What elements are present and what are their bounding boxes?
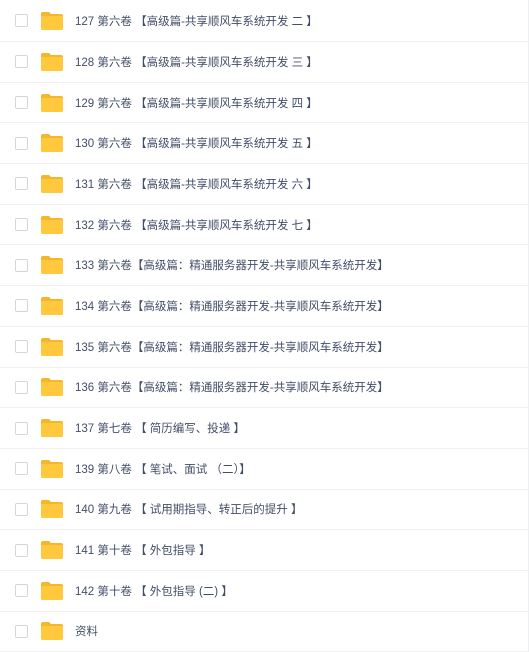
folder-icon (40, 337, 64, 357)
folder-icon (40, 540, 64, 560)
row-checkbox[interactable] (15, 421, 28, 435)
folder-icon (40, 11, 64, 31)
row-checkbox[interactable] (15, 14, 28, 27)
row-checkbox[interactable] (15, 258, 28, 272)
file-row[interactable]: 136 第六卷【高级篇：精通服务器开发-共享顺风车系统开发】 (0, 368, 528, 409)
row-checkbox[interactable] (15, 462, 28, 476)
file-row[interactable]: 137 第七卷 【 简历编写、投递 】 (0, 408, 528, 449)
file-row[interactable]: 133 第六卷【高级篇：精通服务器开发-共享顺风车系统开发】 (0, 245, 528, 287)
file-row[interactable]: 135 第六卷【高级篇：精通服务器开发-共享顺风车系统开发】 (0, 327, 528, 368)
folder-icon (40, 459, 64, 479)
file-name[interactable]: 139 第八卷 【 笔试、面试 （二）】 (75, 461, 251, 477)
file-name[interactable]: 131 第六卷 【高级篇-共享顺风车系统开发 六 】 (75, 176, 318, 192)
folder-icon (40, 133, 64, 153)
file-name[interactable]: 132 第六卷 【高级篇-共享顺风车系统开发 七 】 (75, 217, 318, 233)
file-row[interactable]: 139 第八卷 【 笔试、面试 （二）】 (0, 449, 528, 490)
folder-icon (40, 93, 64, 113)
row-checkbox[interactable] (15, 340, 28, 354)
folder-icon (40, 296, 64, 316)
file-row[interactable]: 131 第六卷 【高级篇-共享顺风车系统开发 六 】 (0, 164, 528, 205)
folder-icon (40, 621, 64, 641)
file-name[interactable]: 136 第六卷【高级篇：精通服务器开发-共享顺风车系统开发】 (75, 379, 389, 395)
folder-icon (40, 174, 64, 194)
file-row[interactable]: 134 第六卷【高级篇：精通服务器开发-共享顺风车系统开发】 (0, 286, 528, 327)
file-name[interactable]: 129 第六卷 【高级篇-共享顺风车系统开发 四 】 (75, 95, 318, 111)
file-list: 127 第六卷 【高级篇-共享顺风车系统开发 二 】 128 第六卷 【高级篇-… (0, 0, 529, 652)
row-checkbox[interactable] (15, 299, 28, 313)
row-checkbox[interactable] (15, 136, 28, 150)
folder-icon (40, 52, 64, 72)
file-name[interactable]: 135 第六卷【高级篇：精通服务器开发-共享顺风车系统开发】 (75, 339, 389, 355)
file-row[interactable]: 141 第十卷 【 外包指导 】 (0, 530, 528, 571)
file-name[interactable]: 127 第六卷 【高级篇-共享顺风车系统开发 二 】 (75, 13, 318, 29)
file-row[interactable]: 资料 (0, 612, 528, 652)
folder-icon (40, 215, 64, 235)
folder-icon (40, 581, 64, 601)
file-name[interactable]: 141 第十卷 【 外包指导 】 (75, 542, 210, 558)
file-name[interactable]: 133 第六卷【高级篇：精通服务器开发-共享顺风车系统开发】 (75, 257, 389, 273)
row-checkbox[interactable] (15, 55, 28, 69)
row-checkbox[interactable] (15, 502, 28, 516)
folder-icon (40, 499, 64, 519)
row-checkbox[interactable] (15, 624, 28, 638)
file-row[interactable]: 140 第九卷 【 试用期指导、转正后的提升 】 (0, 490, 528, 531)
file-row[interactable]: 128 第六卷 【高级篇-共享顺风车系统开发 三 】 (0, 42, 528, 83)
row-checkbox[interactable] (15, 96, 28, 110)
folder-icon (40, 418, 64, 438)
folder-icon (40, 377, 64, 397)
file-row[interactable]: 130 第六卷 【高级篇-共享顺风车系统开发 五 】 (0, 123, 528, 165)
file-row[interactable]: 127 第六卷 【高级篇-共享顺风车系统开发 二 】 (0, 0, 528, 42)
row-checkbox[interactable] (15, 177, 28, 191)
folder-icon (40, 255, 64, 275)
row-checkbox[interactable] (15, 543, 28, 557)
file-row[interactable]: 129 第六卷 【高级篇-共享顺风车系统开发 四 】 (0, 83, 528, 124)
file-name[interactable]: 资料 (75, 623, 98, 639)
file-name[interactable]: 142 第十卷 【 外包指导 (二) 】 (75, 583, 233, 599)
file-name[interactable]: 128 第六卷 【高级篇-共享顺风车系统开发 三 】 (75, 54, 318, 70)
file-name[interactable]: 134 第六卷【高级篇：精通服务器开发-共享顺风车系统开发】 (75, 298, 389, 314)
row-checkbox[interactable] (15, 218, 28, 232)
row-checkbox[interactable] (15, 380, 28, 394)
file-name[interactable]: 137 第七卷 【 简历编写、投递 】 (75, 420, 245, 436)
file-row[interactable]: 132 第六卷 【高级篇-共享顺风车系统开发 七 】 (0, 205, 528, 246)
row-checkbox[interactable] (15, 584, 28, 598)
file-name[interactable]: 130 第六卷 【高级篇-共享顺风车系统开发 五 】 (75, 135, 318, 151)
file-name[interactable]: 140 第九卷 【 试用期指导、转正后的提升 】 (75, 501, 302, 517)
file-row[interactable]: 142 第十卷 【 外包指导 (二) 】 (0, 571, 528, 612)
